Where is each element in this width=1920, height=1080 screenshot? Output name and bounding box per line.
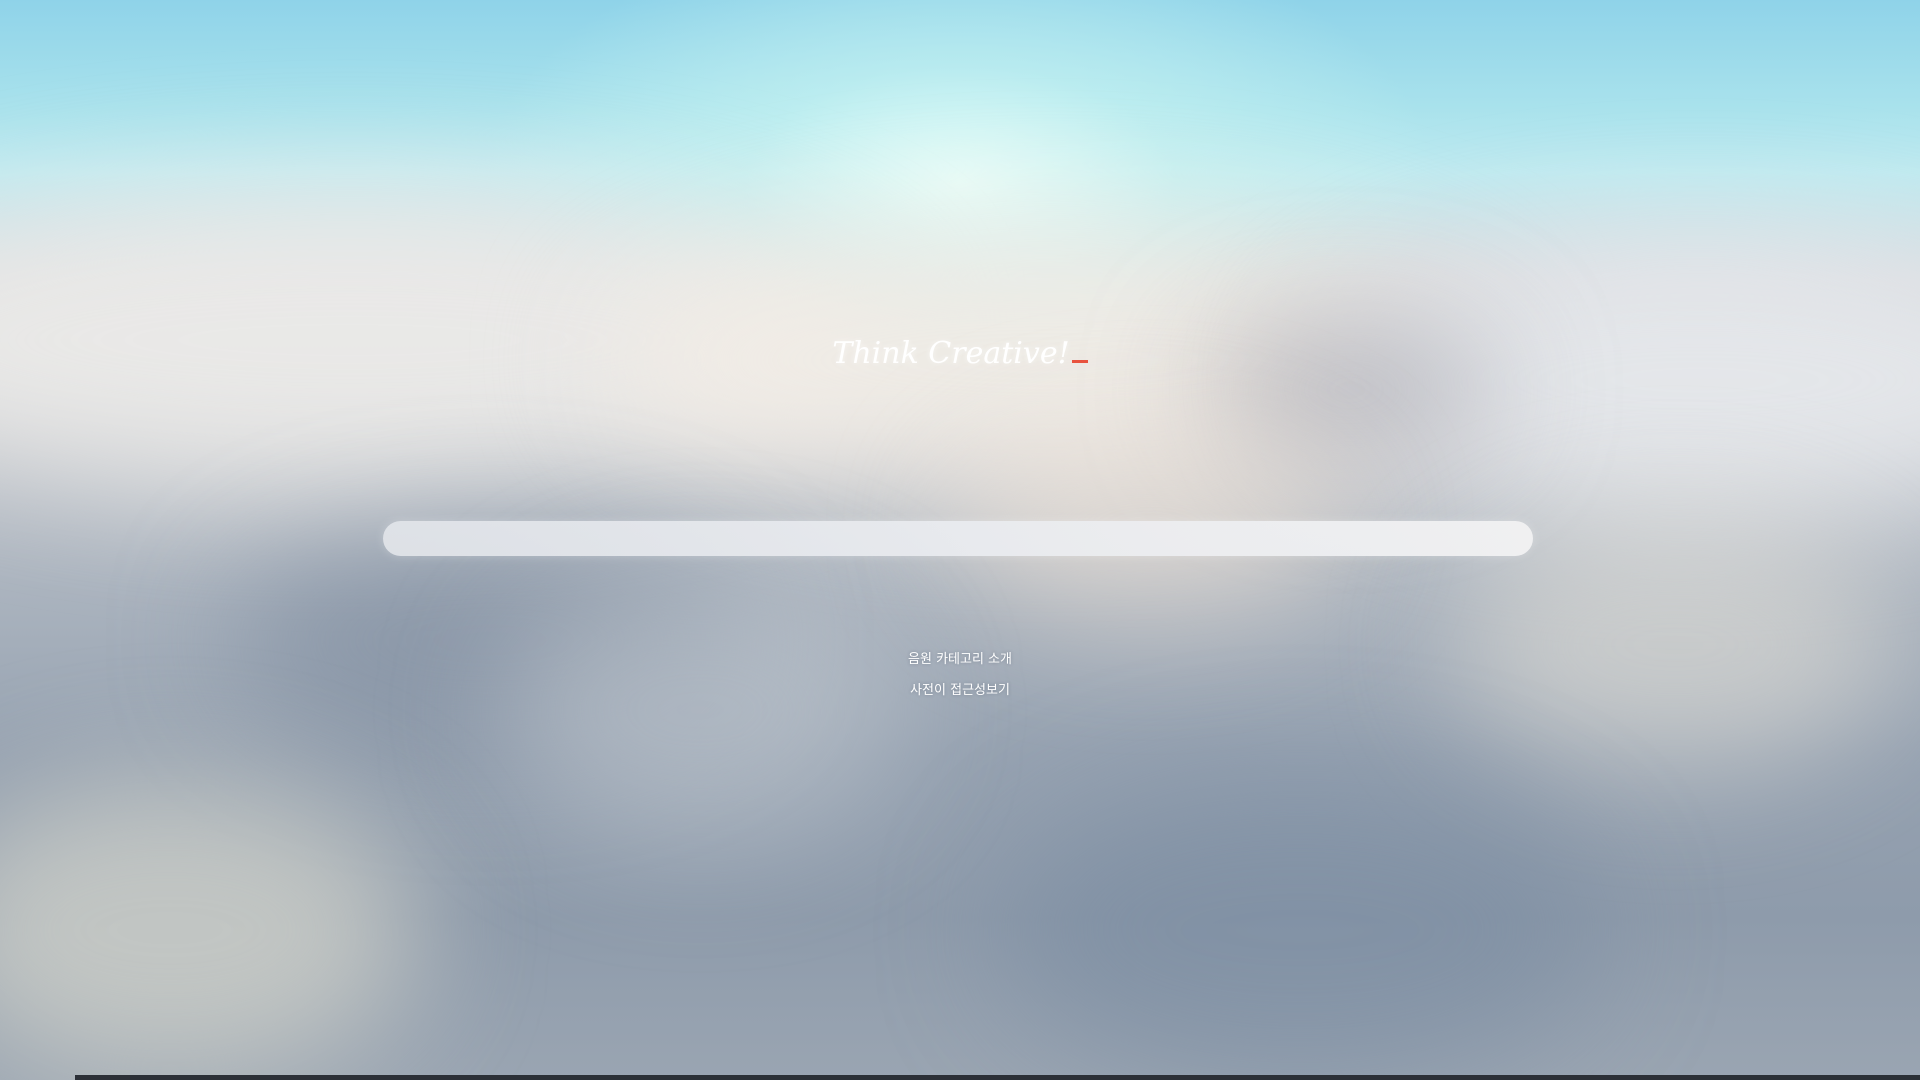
link-music-category[interactable]: 음원 카테고리 소개 bbox=[0, 644, 1920, 675]
bottom-taskbar-strip bbox=[75, 1075, 1920, 1080]
typing-cursor-icon bbox=[1071, 360, 1088, 363]
tagline: Think Creative! bbox=[0, 336, 1920, 371]
footer-links: 음원 카테고리 소개 사전이 접근성보기 bbox=[0, 644, 1920, 706]
search-input[interactable] bbox=[383, 521, 1533, 556]
cloud bbox=[1000, 780, 1600, 1080]
link-accessibility[interactable]: 사전이 접근성보기 bbox=[0, 675, 1920, 706]
tagline-text: Think Creative! bbox=[832, 336, 1070, 371]
background-screen: Think Creative! 음원 카테고리 소개 사전이 접근성보기 bbox=[0, 0, 1920, 1080]
cloud bbox=[500, 580, 900, 840]
